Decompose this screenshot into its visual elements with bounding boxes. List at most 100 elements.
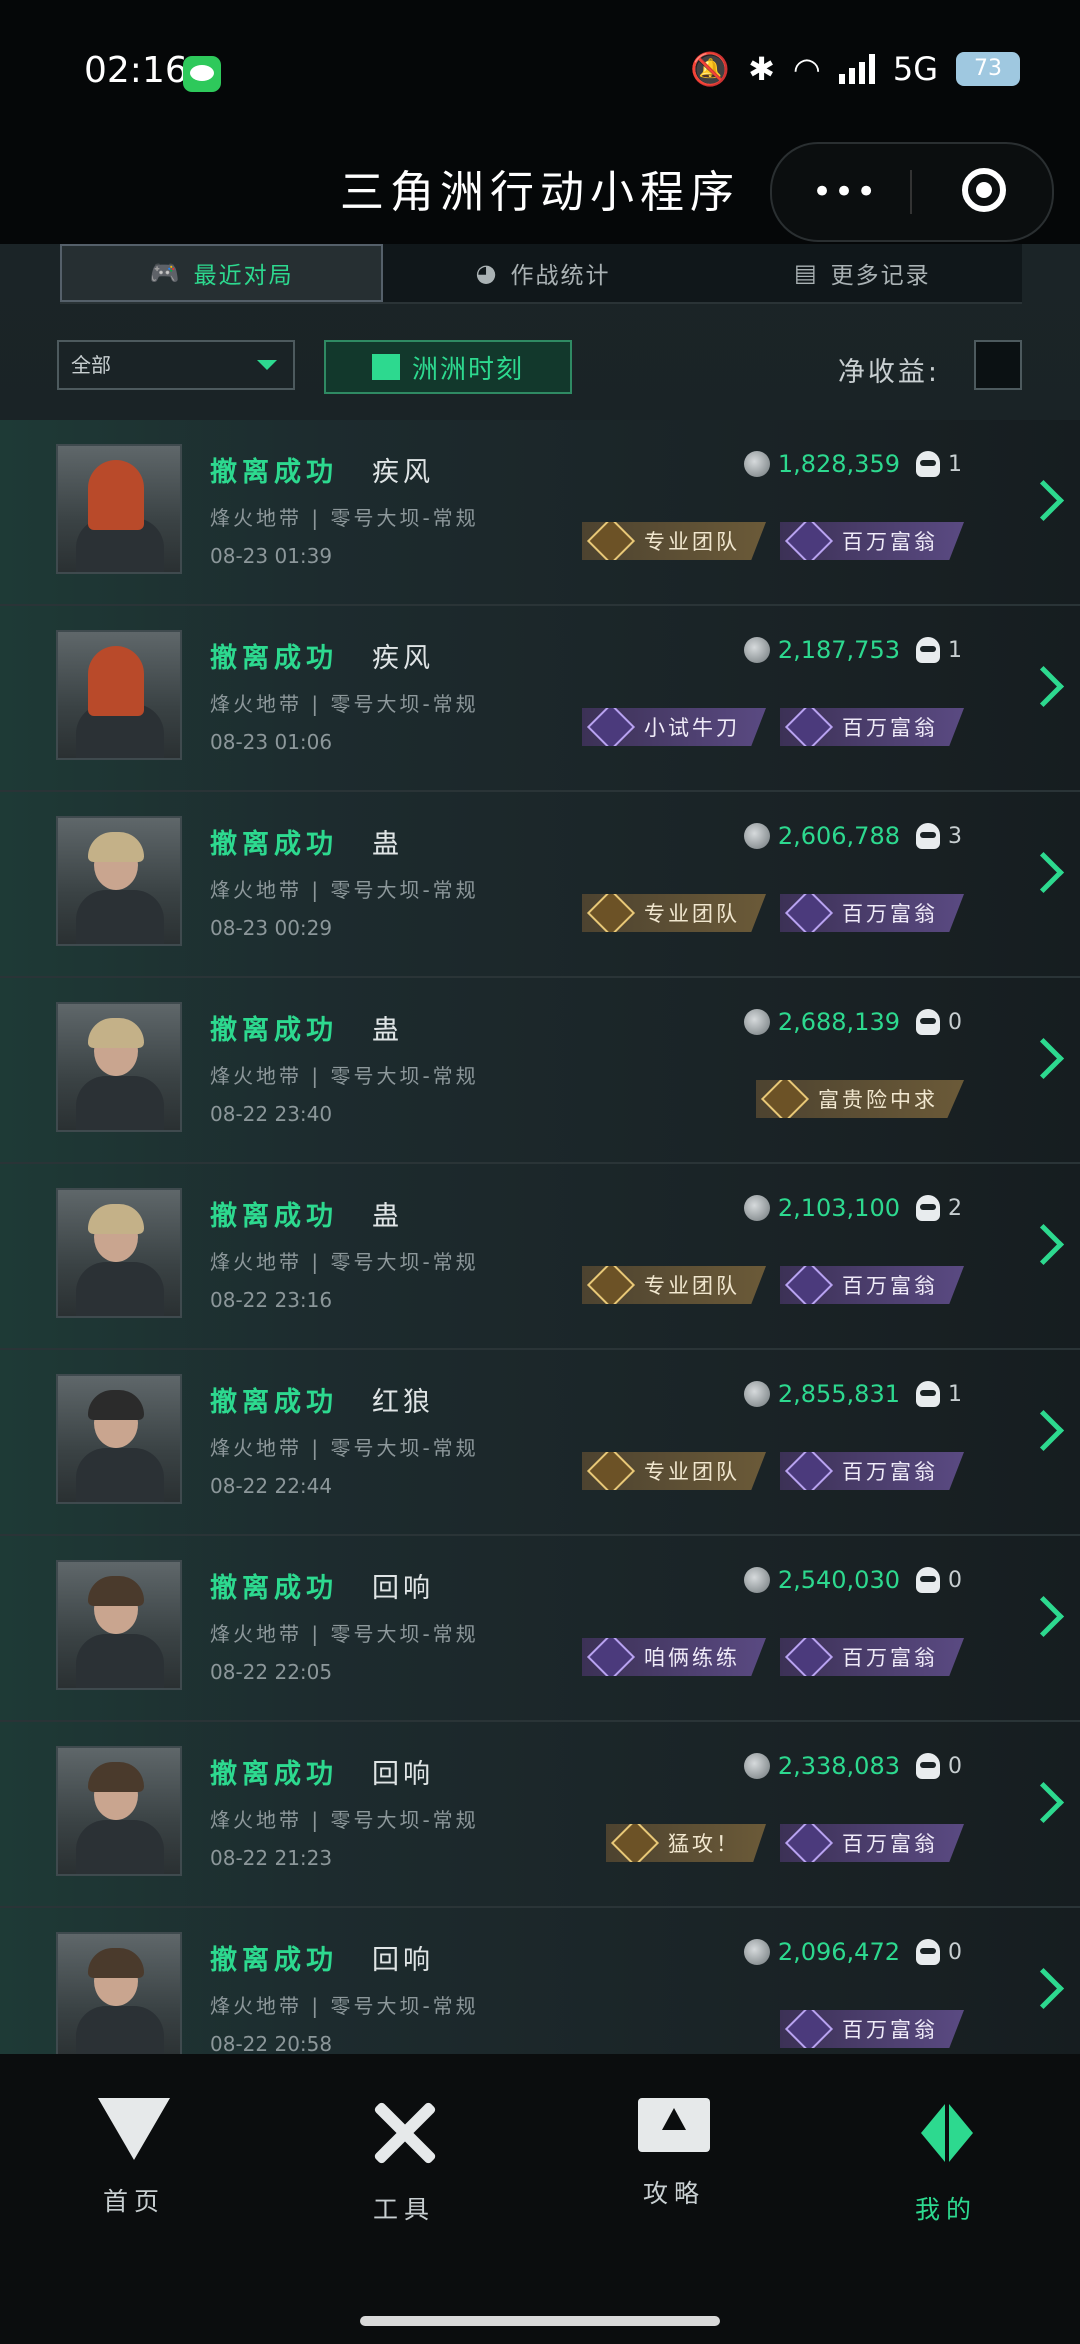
match-result: 撤离成功: [210, 1387, 338, 1418]
badge-emblem-icon: [586, 1266, 636, 1304]
kill-count: 2: [948, 1195, 962, 1221]
badge-label: 百万富翁: [842, 2018, 938, 2042]
badge-emblem-icon: [784, 1452, 834, 1490]
loot-value-text: 2,338,083: [777, 1752, 900, 1780]
chevron-right-icon[interactable]: [1022, 1223, 1065, 1266]
net-income-toggle[interactable]: [974, 340, 1022, 390]
tab-bar: 🎮 最近对局 ◕ 作战统计 ▤ 更多记录: [60, 244, 1022, 304]
coin-icon: [743, 637, 770, 663]
match-row[interactable]: 撤离成功 疾风 烽火地带 | 零号大坝-常规 08-23 01:06 2,187…: [0, 606, 1080, 792]
loot-value: 2,688,139 0: [743, 1008, 962, 1036]
badge-group: 百万富翁: [780, 2010, 964, 2048]
chevron-right-icon[interactable]: [1022, 1595, 1065, 1638]
match-row[interactable]: 撤离成功 回响 烽火地带 | 零号大坝-常规 08-22 21:23 2,338…: [0, 1722, 1080, 1908]
badge-label: 百万富翁: [842, 1274, 938, 1298]
match-result: 撤离成功: [210, 1573, 338, 1604]
loot-value: 1,828,359 1: [743, 450, 962, 478]
badge-label: 专业团队: [644, 1274, 740, 1298]
achievement-badge: 百万富翁: [780, 1266, 964, 1304]
match-row[interactable]: 撤离成功 回响 烽火地带 | 零号大坝-常规 08-22 22:05 2,540…: [0, 1536, 1080, 1722]
nav-home[interactable]: 首页: [44, 2098, 224, 2218]
badge-group: 专业团队 百万富翁: [582, 1266, 964, 1304]
badge-emblem-icon: [784, 522, 834, 560]
avatar-hair: [88, 1204, 144, 1234]
mode-select[interactable]: 全部: [57, 340, 295, 390]
avatar-body: [76, 1262, 164, 1316]
match-time: 08-22 22:05: [210, 1660, 333, 1684]
home-indicator[interactable]: [360, 2316, 720, 2326]
achievement-badge: 专业团队: [582, 522, 766, 560]
tab-recent-matches[interactable]: 🎮 最近对局: [60, 244, 384, 302]
match-row[interactable]: 撤离成功 蛊 烽火地带 | 零号大坝-常规 08-23 00:29 2,606,…: [0, 792, 1080, 978]
tab-combat-stats[interactable]: ◕ 作战统计: [383, 244, 702, 302]
tab-more-records[interactable]: ▤ 更多记录: [703, 244, 1022, 302]
moments-button[interactable]: 洲洲时刻: [324, 340, 572, 394]
nav-profile[interactable]: 我的: [856, 2098, 1036, 2226]
loot-value-text: 2,688,139: [777, 1008, 900, 1036]
avatar-hair: [88, 832, 144, 862]
skull-icon: [916, 1009, 940, 1035]
loot-value: 2,540,030 0: [743, 1566, 962, 1594]
badge-emblem-icon: [586, 1452, 636, 1490]
badge-group: 专业团队 百万富翁: [582, 1452, 964, 1490]
map-name: 烽火地带 | 零号大坝-常规: [210, 878, 479, 902]
map-name: 烽火地带 | 零号大坝-常规: [210, 506, 479, 530]
coin-icon: [743, 1195, 770, 1221]
match-time: 08-22 22:44: [210, 1474, 333, 1498]
avatar-body: [76, 2006, 164, 2054]
chevron-right-icon[interactable]: [1022, 1967, 1065, 2010]
close-mini-program-button[interactable]: [962, 168, 1006, 212]
tab-label: 最近对局: [193, 263, 294, 289]
badge-emblem-icon: [586, 708, 636, 746]
match-row[interactable]: 撤离成功 疾风 烽火地带 | 零号大坝-常规 08-23 01:39 1,828…: [0, 420, 1080, 606]
avatar-body: [76, 1634, 164, 1688]
status-bar: 02:16 🔕 ✱ ◠ 5G 73: [0, 0, 1080, 140]
filter-bar: 全部 洲洲时刻 净收益:: [0, 340, 1080, 420]
map-name: 烽火地带 | 零号大坝-常规: [210, 1436, 479, 1460]
operator-avatar: [56, 1560, 182, 1690]
achievement-badge: 百万富翁: [780, 2010, 964, 2048]
operator-name: 疾风: [372, 643, 434, 674]
chevron-right-icon[interactable]: [1022, 479, 1065, 522]
badge-group: 富贵险中求: [756, 1080, 964, 1118]
match-time: 08-23 00:29: [210, 916, 333, 940]
match-row[interactable]: 撤离成功 蛊 烽火地带 | 零号大坝-常规 08-22 23:40 2,688,…: [0, 978, 1080, 1164]
more-button[interactable]: •••: [812, 172, 878, 212]
nav-guide[interactable]: 攻略: [584, 2098, 764, 2210]
gamepad-icon: 🎮: [149, 259, 182, 287]
chevron-right-icon[interactable]: [1022, 1037, 1065, 1080]
loot-value-text: 2,855,831: [777, 1380, 900, 1408]
loot-value-text: 2,540,030: [777, 1566, 900, 1594]
bottom-nav: 首页 工具 攻略 我的: [0, 2054, 1080, 2344]
chevron-right-icon[interactable]: [1022, 665, 1065, 708]
tools-icon: [369, 2098, 439, 2168]
match-row[interactable]: 撤离成功 蛊 烽火地带 | 零号大坝-常规 08-22 23:16 2,103,…: [0, 1164, 1080, 1350]
chevron-right-icon[interactable]: [1022, 1409, 1065, 1452]
kill-count: 0: [948, 1567, 962, 1593]
avatar-hair: [88, 460, 144, 530]
operator-name: 回响: [372, 1759, 434, 1790]
avatar-hair: [88, 1762, 144, 1792]
tab-label: 更多记录: [830, 263, 931, 289]
match-row[interactable]: 撤离成功 回响 烽火地带 | 零号大坝-常规 08-22 20:58 2,096…: [0, 1908, 1080, 2054]
match-result: 撤离成功: [210, 1015, 338, 1046]
chevron-right-icon[interactable]: [1022, 1781, 1065, 1824]
operator-avatar: [56, 816, 182, 946]
match-result: 撤离成功: [210, 1201, 338, 1232]
match-row[interactable]: 撤离成功 红狼 烽火地带 | 零号大坝-常规 08-22 22:44 2,855…: [0, 1350, 1080, 1536]
loot-value: 2,103,100 2: [743, 1194, 962, 1222]
match-time: 08-22 21:23: [210, 1846, 333, 1870]
bluetooth-icon: ✱: [748, 50, 775, 88]
badge-label: 猛攻！: [668, 1832, 740, 1856]
coin-icon: [743, 823, 770, 849]
nav-tools[interactable]: 工具: [314, 2098, 494, 2226]
coin-icon: [743, 1753, 770, 1779]
chevron-right-icon[interactable]: [1022, 851, 1065, 894]
badge-emblem-icon: [784, 708, 834, 746]
coin-icon: [743, 1567, 770, 1593]
badge-group: 小试牛刀 百万富翁: [582, 708, 964, 746]
loot-value: 2,855,831 1: [743, 1380, 962, 1408]
badge-emblem-icon: [784, 1824, 834, 1862]
match-result: 撤离成功: [210, 643, 338, 674]
badge-label: 咱俩练练: [644, 1646, 740, 1670]
